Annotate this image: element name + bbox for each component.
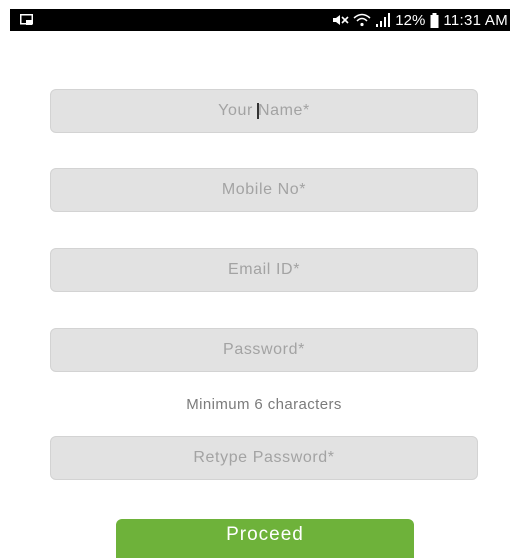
password-field[interactable]: Password* <box>50 328 478 372</box>
clock: 11:31 AM <box>443 11 508 29</box>
status-bar: 12% 11:31 AM <box>10 9 510 31</box>
proceed-button[interactable]: Proceed <box>116 519 414 558</box>
battery-icon <box>430 12 439 28</box>
password-field-placeholder: Password* <box>223 341 305 358</box>
mobile-field[interactable]: Mobile No* <box>50 168 478 212</box>
name-field-placeholder-end: Name* <box>257 102 310 119</box>
name-field[interactable]: Your Name* <box>50 89 478 133</box>
password-hint: Minimum 6 characters <box>186 396 342 413</box>
wifi-icon <box>353 13 371 27</box>
retype-password-field-placeholder: Retype Password* <box>193 449 335 466</box>
notification-icon <box>20 13 33 25</box>
mobile-field-placeholder: Mobile No* <box>221 181 307 198</box>
retype-password-field[interactable]: Retype Password* <box>50 436 478 480</box>
signal-icon <box>375 13 391 27</box>
email-field[interactable]: Email ID* <box>50 248 478 292</box>
registration-screen: 12% 11:31 AM Your Name* Mobile No* Email… <box>0 0 510 558</box>
name-field-placeholder-start: Your <box>218 102 258 119</box>
mute-icon <box>331 13 349 27</box>
email-field-placeholder: Email ID* <box>227 261 301 278</box>
status-indicators: 12% 11:31 AM <box>331 9 508 31</box>
battery-percent: 12% <box>395 11 426 29</box>
